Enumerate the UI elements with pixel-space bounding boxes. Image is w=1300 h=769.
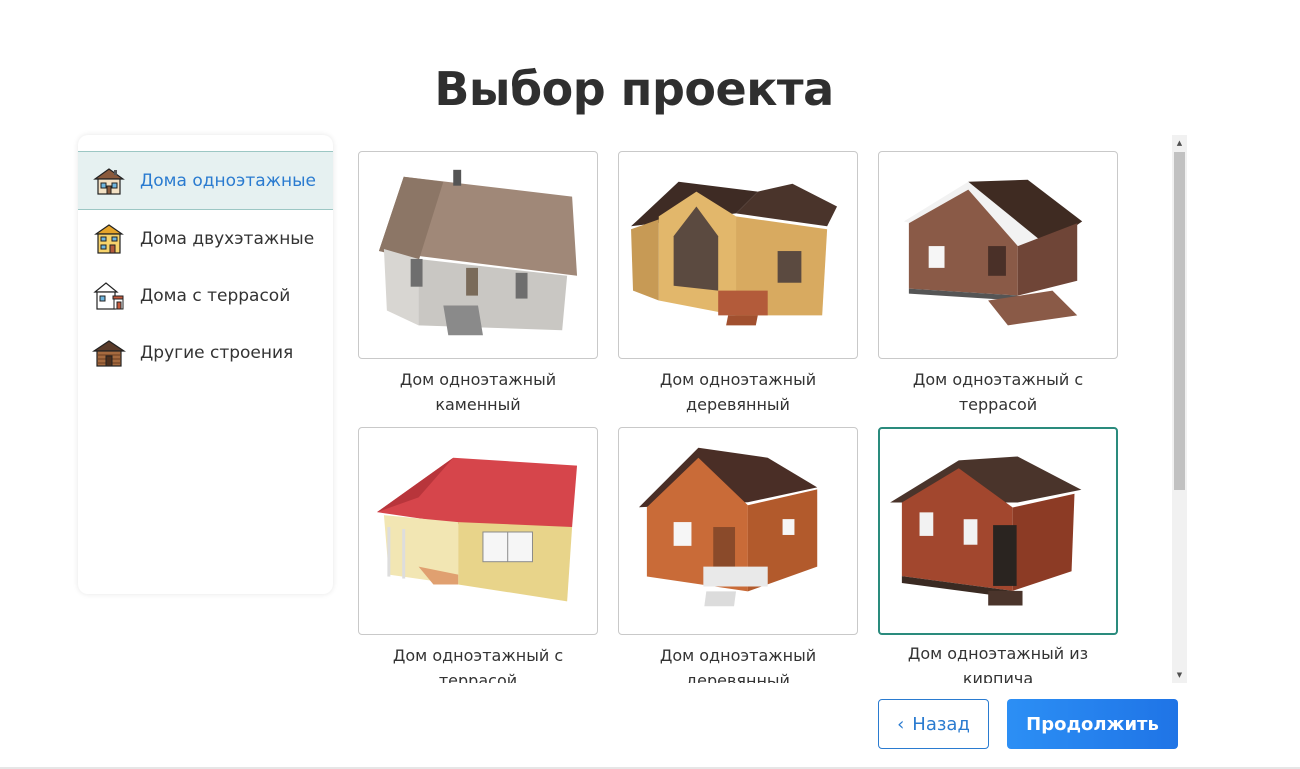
project-caption: Дом одноэтажный деревянный [659,370,817,414]
sidebar-item-two-story[interactable]: Дома двухэтажные [78,210,333,267]
project-caption: Дом одноэтажный с террасой [912,370,1084,414]
other-building-icon [92,339,126,367]
sidebar-item-label: Другие строения [140,342,294,363]
back-button[interactable]: ‹ Назад [878,699,989,749]
scroll-down-arrow-icon[interactable]: ▼ [1172,667,1187,683]
project-card-selected[interactable] [878,427,1118,635]
sidebar-item-terrace[interactable]: Дома с террасой [78,267,333,324]
sidebar-item-other[interactable]: Другие строения [78,324,333,381]
project-gallery: Дом одноэтажный каменный Дом одноэтажный… [350,135,1170,683]
one-story-house-icon [93,167,125,195]
project-caption: Дом одноэтажный каменный [399,370,557,414]
sidebar-item-one-story[interactable]: Дома одноэтажные [78,151,333,210]
sidebar-item-label: Дома одноэтажные [140,170,316,191]
project-caption: Дом одноэтажный деревянный [659,646,817,683]
terrace-house-image [903,179,1083,326]
gallery-scrollbar[interactable]: ▲ ▼ [1172,135,1187,683]
red-roof-terrace-house-image [376,457,578,602]
house-with-terrace-icon [93,281,124,310]
scroll-up-arrow-icon[interactable]: ▲ [1172,135,1187,151]
sidebar-item-label: Дома двухэтажные [140,228,315,249]
continue-button[interactable]: Продолжить [1007,699,1178,749]
project-card[interactable] [618,151,858,359]
stone-house-image [378,169,578,336]
project-caption: Дом одноэтажный с террасой [392,646,564,683]
page-title: Выбор проекта [434,62,834,116]
sidebar-item-label: Дома с террасой [140,285,291,306]
project-card[interactable] [358,427,598,635]
project-card[interactable] [618,427,858,635]
two-story-house-icon [94,223,124,254]
wooden-house-image [631,181,838,326]
project-card[interactable] [358,151,598,359]
chevron-left-icon: ‹ [897,713,905,735]
project-caption: Дом одноэтажный из кирпича [907,644,1089,683]
orange-wooden-house-image [638,447,818,607]
category-sidebar: Дома одноэтажные Дома двухэтажные Дома с… [78,135,333,594]
project-card[interactable] [878,151,1118,359]
brick-house-image [890,456,1082,606]
scrollbar-thumb[interactable] [1174,152,1185,490]
